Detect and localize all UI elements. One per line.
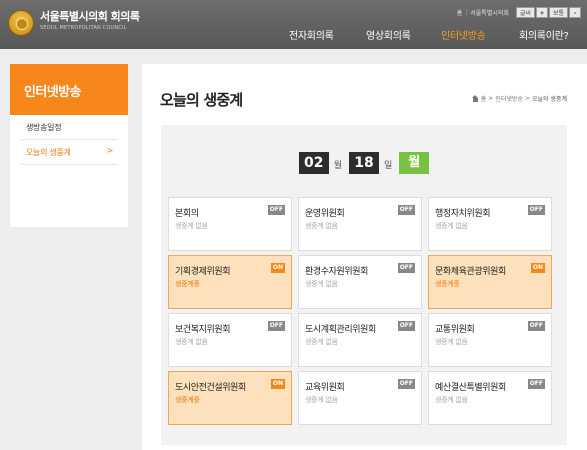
committee-card-budget-settlement[interactable]: 예산결산특별위원회 OFF 생중계 없음 [428, 371, 552, 425]
committee-card-urban-safety-construction[interactable]: 도시안전건설위원회 ON 생중계중 [168, 371, 292, 425]
sidebar-item-label: 오늘의 생중계 [26, 148, 71, 157]
date-month-unit: 월 [333, 161, 342, 171]
committee-status: 생중계 없음 [175, 222, 208, 230]
committee-status: 생중계중 [435, 280, 460, 288]
sidebar-title: 인터넷방송 [10, 64, 128, 115]
committee-status: 생중계중 [175, 280, 200, 288]
committee-status: 생중계중 [175, 396, 200, 404]
util-site-link[interactable]: 서울특별시의회 [470, 8, 509, 17]
live-status-badge: OFF [267, 205, 285, 215]
live-status-badge: OFF [267, 321, 285, 331]
home-icon [471, 95, 479, 102]
nav-item-internet-broadcast[interactable]: 인터넷방송 [441, 27, 486, 42]
breadcrumb: 홈 > 인터넷방송 > 오늘의 생중계 [471, 94, 567, 103]
committee-card-environment-water[interactable]: 환경수자원위원회 OFF 생중계 없음 [298, 255, 422, 309]
date-day: 18 [349, 152, 379, 174]
chevron-right-icon: > [106, 146, 114, 155]
committee-card-admin-autonomy[interactable]: 행정자치위원회 OFF 생중계 없음 [428, 197, 552, 251]
today-date: 02 월 18 일 월 [161, 152, 567, 174]
committee-card-plenary[interactable]: 본회의 OFF 생중계 없음 [168, 197, 292, 251]
breadcrumb-separator: > [488, 95, 494, 102]
committee-name: 환경수자원위원회 [305, 267, 369, 277]
main-content: 오늘의 생중계 홈 > 인터넷방송 > 오늘의 생중계 02 월 18 일 월 … [142, 64, 587, 450]
live-status-badge: OFF [397, 205, 415, 215]
live-panel: 02 월 18 일 월 본회의 OFF 생중계 없음 운영위원회 OFF 생중계… [161, 125, 567, 445]
committee-card-urban-planning[interactable]: 도시계획관리위원회 OFF 생중계 없음 [298, 313, 422, 367]
committee-name: 도시계획관리위원회 [305, 325, 376, 335]
nav-item-about-minutes[interactable]: 회의록이란? [519, 27, 569, 42]
committee-card-health-welfare[interactable]: 보건복지위원회 OFF 생중계 없음 [168, 313, 292, 367]
committee-name: 행정자치위원회 [435, 209, 491, 219]
breadcrumb-section[interactable]: 인터넷방송 [495, 94, 523, 103]
committee-name: 운영위원회 [305, 209, 345, 219]
date-day-unit: 일 [384, 161, 393, 171]
committee-name: 예산결산특별위원회 [435, 383, 506, 393]
live-status-badge: OFF [527, 321, 545, 331]
committee-name: 보건복지위원회 [175, 325, 231, 335]
live-status-badge: OFF [527, 205, 545, 215]
page-title: 오늘의 생중계 [160, 91, 243, 109]
committee-name: 문화체육관광위원회 [435, 267, 506, 277]
committee-name: 교통위원회 [435, 325, 475, 335]
committee-name: 도시안전건설위원회 [175, 383, 246, 393]
sidebar-item-today-live[interactable]: 오늘의 생중계 > [21, 140, 117, 165]
committee-status: 생중계 없음 [305, 222, 338, 230]
committee-name: 본회의 [175, 209, 199, 219]
site-header: 서울특별시의회 회의록 SEOUL METROPOLITAN COUNCIL 홈… [0, 0, 587, 49]
live-status-badge: OFF [397, 379, 415, 389]
font-size-normal-button[interactable]: 보통 [548, 6, 568, 18]
committee-status: 생중계 없음 [175, 338, 208, 346]
logo-title: 서울특별시의회 회의록 [40, 10, 140, 23]
committee-status: 생중계 없음 [435, 222, 468, 230]
date-month: 02 [298, 152, 329, 174]
live-status-badge: OFF [527, 379, 545, 389]
sidebar: 인터넷방송 생방송일정 오늘의 생중계 > [10, 64, 128, 227]
committee-status: 생중계 없음 [305, 396, 338, 404]
util-divider: | [465, 8, 468, 16]
committee-status: 생중계 없음 [435, 396, 468, 404]
sidebar-item-label: 생방송일정 [26, 123, 62, 132]
breadcrumb-current: 오늘의 생중계 [531, 96, 567, 103]
font-size-control: 글씨 + 보통 - [515, 6, 581, 18]
committee-card-transport[interactable]: 교통위원회 OFF 생중계 없음 [428, 313, 552, 367]
live-status-badge: ON [530, 263, 545, 273]
font-size-label: 글씨 [515, 6, 535, 18]
nav-item-electronic-minutes[interactable]: 전자회의록 [289, 27, 334, 42]
committee-card-steering[interactable]: 운영위원회 OFF 생중계 없음 [298, 197, 422, 251]
committee-status: 생중계 없음 [305, 280, 338, 288]
committee-name: 교육위원회 [305, 383, 345, 393]
breadcrumb-home[interactable]: 홈 [481, 94, 487, 103]
utility-bar: 홈 | 서울특별시의회 글씨 + 보통 - [457, 6, 581, 18]
sidebar-menu: 생방송일정 오늘의 생중계 > [10, 115, 128, 165]
live-status-badge: ON [270, 379, 285, 389]
util-home-link[interactable]: 홈 [457, 8, 463, 17]
committee-card-planning-economy[interactable]: 기획경제위원회 ON 생중계중 [168, 255, 292, 309]
breadcrumb-separator: > [524, 95, 530, 102]
committee-status: 생중계 없음 [435, 338, 468, 346]
committee-card-culture-sports-tourism[interactable]: 문화체육관광위원회 ON 생중계중 [428, 255, 552, 309]
live-status-badge: OFF [397, 263, 415, 273]
main-nav: 전자회의록 영상회의록 인터넷방송 회의록이란? [0, 27, 587, 43]
nav-item-video-minutes[interactable]: 영상회의록 [366, 27, 411, 42]
live-status-badge: ON [270, 263, 285, 273]
live-status-badge: OFF [397, 321, 415, 331]
font-size-decrease-button[interactable]: - [569, 6, 581, 18]
date-weekday: 월 [399, 152, 430, 174]
font-size-increase-button[interactable]: + [535, 6, 548, 18]
sidebar-item-live-schedule[interactable]: 생방송일정 [21, 115, 117, 140]
committee-card-education[interactable]: 교육위원회 OFF 생중계 없음 [298, 371, 422, 425]
committee-name: 기획경제위원회 [175, 267, 231, 277]
committee-status: 생중계 없음 [305, 338, 338, 346]
